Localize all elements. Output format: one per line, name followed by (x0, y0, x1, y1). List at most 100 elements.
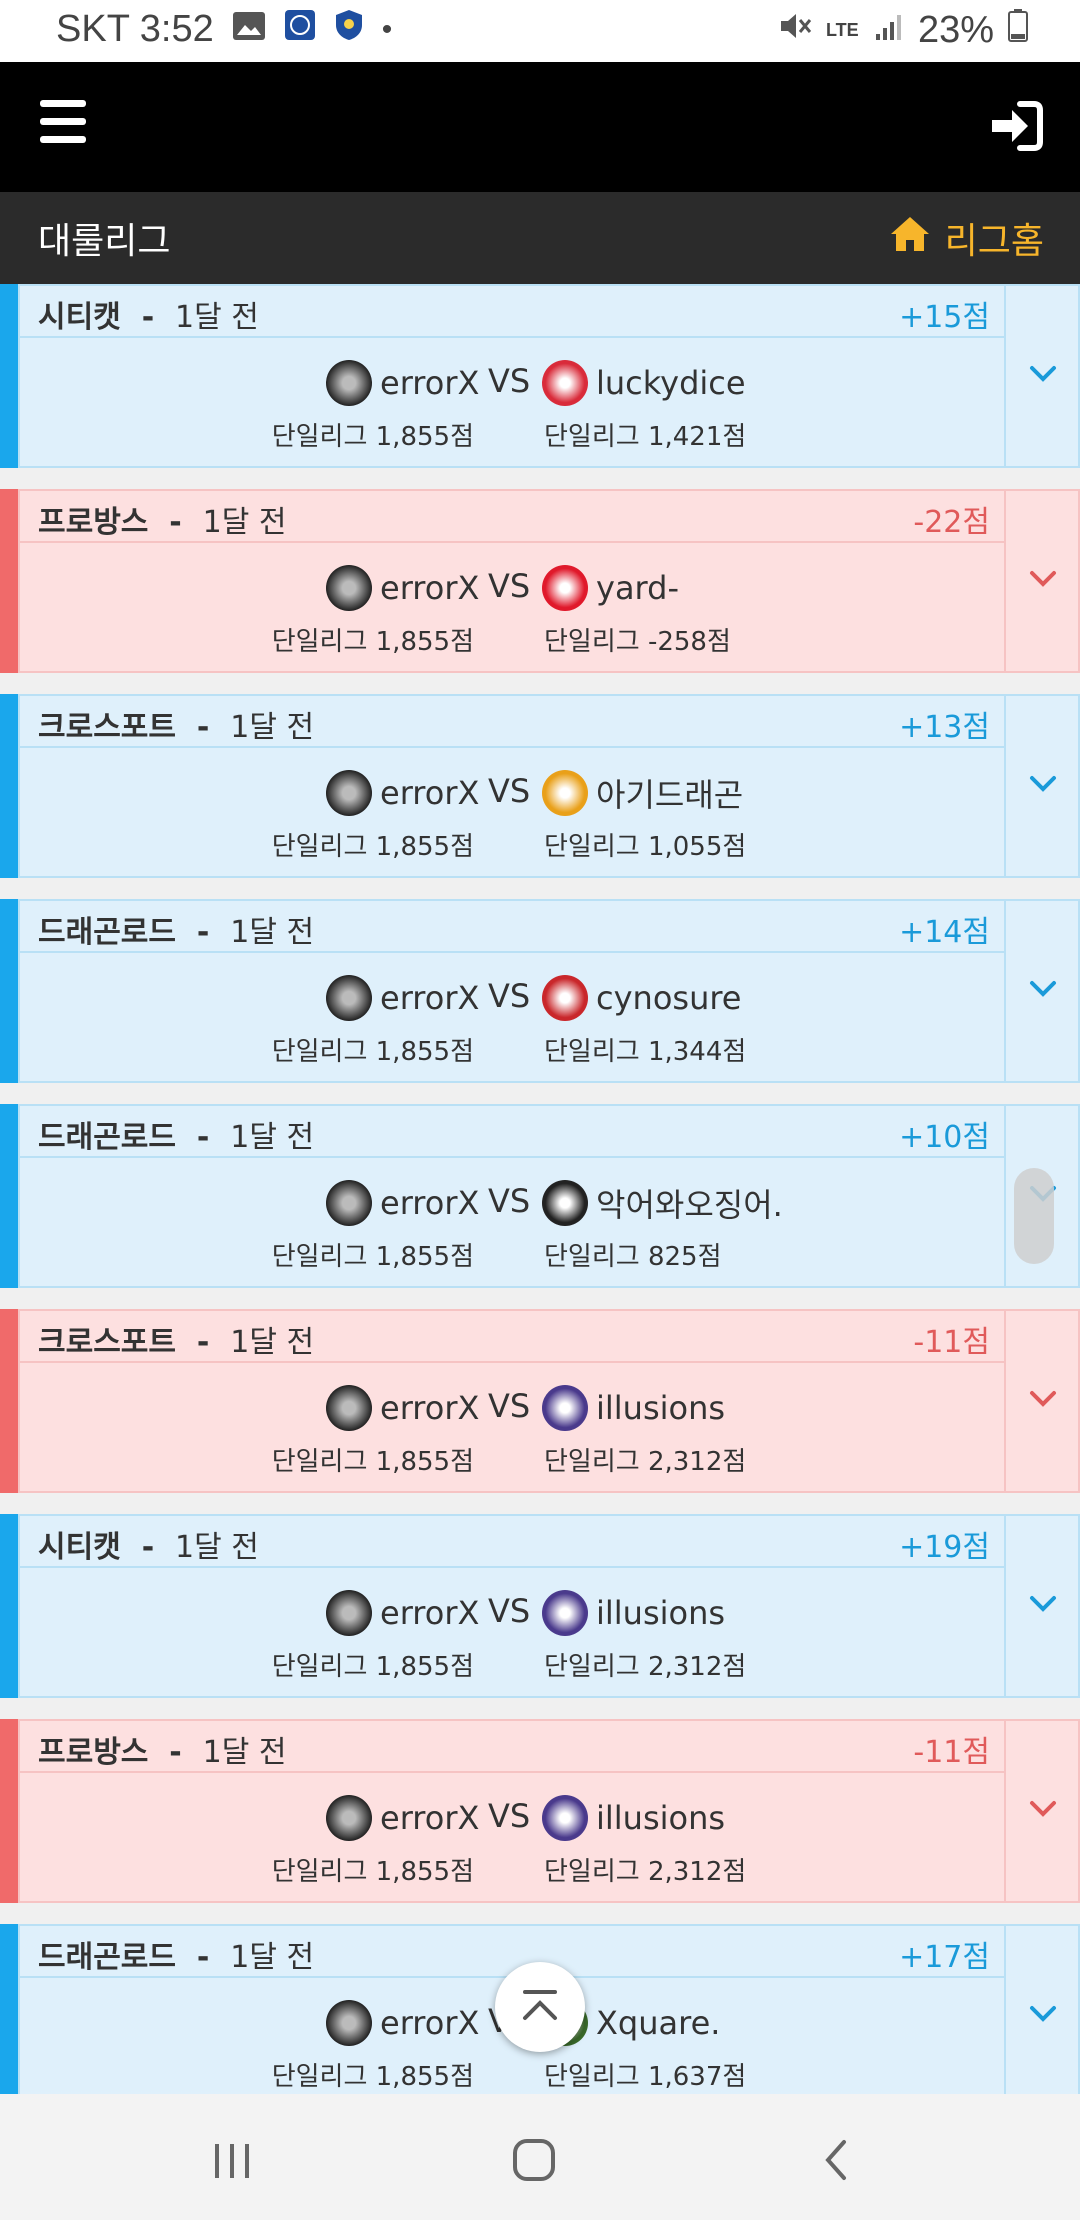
player-name: errorX (380, 2004, 480, 2042)
signal-icon (874, 9, 904, 52)
opponent-name: 아기드래곤 (596, 776, 744, 814)
match-card: 프로방스 - 1달 전 -11점 errorX VS illusions 단일리… (0, 1719, 1080, 1903)
match-body: 드래곤로드 - 1달 전 +14점 errorX VS cynosure 단일리… (18, 899, 1006, 1083)
opponent-rating: 단일리그 1,421점 (544, 422, 747, 452)
player-name: errorX (380, 1799, 480, 1837)
match-body: 크로스포트 - 1달 전 +13점 errorX VS 아기드래곤 단일리그 1… (18, 694, 1006, 878)
player-rating: 단일리그 1,855점 (271, 1242, 474, 1272)
expand-button[interactable] (1006, 489, 1080, 673)
opponent-name: Xquare. (596, 2004, 721, 2042)
expand-button[interactable] (1006, 1924, 1080, 2108)
scroll-thumb[interactable] (1014, 1168, 1054, 1264)
battery-percent: 23% (917, 8, 994, 51)
player-avatar (326, 360, 372, 406)
opponent-avatar (542, 360, 588, 406)
player-avatar (326, 1795, 372, 1841)
vs-label: VS (488, 977, 531, 1015)
player-rating: 단일리그 1,855점 (271, 2062, 474, 2092)
expand-button[interactable] (1006, 1514, 1080, 1698)
match-card: 크로스포트 - 1달 전 -11점 errorX VS illusions 단일… (0, 1309, 1080, 1493)
login-icon[interactable] (988, 98, 1044, 154)
result-stripe (0, 1309, 18, 1493)
match-header: 시티캣 - 1달 전 +15점 (20, 286, 1004, 338)
opponent-rating: 단일리그 1,344점 (544, 1037, 747, 1067)
opponent-name: yard- (596, 569, 679, 607)
chevron-down-icon (1030, 2006, 1056, 2022)
player-avatar (326, 1590, 372, 1636)
chevron-down-icon (1030, 776, 1056, 792)
player-avatar (326, 565, 372, 611)
opponent-avatar (542, 1795, 588, 1841)
opponent-avatar (542, 1590, 588, 1636)
expand-button[interactable] (1006, 694, 1080, 878)
app-badge-icon (284, 8, 316, 51)
player-avatar (326, 770, 372, 816)
mute-icon (778, 9, 812, 52)
match-header: 프로방스 - 1달 전 -11점 (20, 1721, 1004, 1773)
expand-button[interactable] (1006, 284, 1080, 468)
vs-label: VS (488, 1797, 531, 1835)
vs-label: VS (488, 1387, 531, 1425)
opponent-avatar (542, 1385, 588, 1431)
battery-icon (1008, 8, 1028, 52)
league-name: 프로방스 (38, 1735, 149, 1770)
league-home-label: 리그홈 (944, 221, 1044, 262)
vs-label: VS (488, 567, 531, 605)
score-delta: -22점 (913, 505, 990, 540)
player-avatar (326, 1180, 372, 1226)
chevron-down-icon (1030, 366, 1056, 382)
network-type: LTE (825, 20, 859, 40)
opponent-name: illusions (596, 1799, 726, 1837)
player-name: errorX (380, 1594, 480, 1632)
player-avatar (326, 975, 372, 1021)
player-rating: 단일리그 1,855점 (271, 627, 474, 657)
time-ago: 1달 전 (175, 300, 259, 335)
menu-icon[interactable] (40, 100, 86, 146)
league-home-link[interactable]: 리그홈 (889, 212, 1044, 264)
arrow-up-icon (523, 1990, 557, 2020)
opponent-name: luckydice (596, 364, 746, 402)
opponent-rating: 단일리그 1,055점 (544, 832, 747, 862)
page-title: 대룰리그 (38, 221, 171, 262)
home-button-icon[interactable] (504, 2130, 564, 2190)
match-body: 드래곤로드 - 1달 전 +10점 errorX VS 악어와오징어. 단일리그… (18, 1104, 1006, 1288)
result-stripe (0, 1514, 18, 1698)
time-ago: 1달 전 (202, 505, 287, 540)
expand-button[interactable] (1006, 1719, 1080, 1903)
player-rating: 단일리그 1,855점 (271, 1447, 474, 1477)
chevron-down-icon (1030, 571, 1056, 587)
score-delta: +17점 (899, 1940, 990, 1975)
match-header: 드래곤로드 - 1달 전 +14점 (20, 901, 1004, 953)
vs-label: VS (488, 1182, 531, 1220)
match-body: 시티캣 - 1달 전 +19점 errorX VS illusions 단일리그… (18, 1514, 1006, 1698)
match-body: 시티캣 - 1달 전 +15점 errorX VS luckydice 단일리그… (18, 284, 1006, 468)
match-body: 프로방스 - 1달 전 -22점 errorX VS yard- 단일리그 1,… (18, 489, 1006, 673)
chevron-down-icon (1030, 1596, 1056, 1612)
back-icon[interactable] (806, 2130, 866, 2190)
expand-button[interactable] (1006, 899, 1080, 1083)
opponent-name: cynosure (596, 979, 742, 1017)
score-delta: -11점 (913, 1325, 990, 1360)
recents-icon[interactable] (202, 2130, 262, 2190)
score-delta: +13점 (899, 710, 990, 745)
player-rating: 단일리그 1,855점 (271, 1037, 474, 1067)
player-name: errorX (380, 979, 480, 1017)
opponent-rating: 단일리그 2,312점 (544, 1652, 747, 1682)
result-stripe (0, 899, 18, 1083)
opponent-rating: 단일리그 2,312점 (544, 1447, 747, 1477)
chevron-down-icon (1030, 981, 1056, 997)
time-ago: 1달 전 (230, 915, 315, 950)
expand-button[interactable] (1006, 1309, 1080, 1493)
opponent-rating: 단일리그 -258점 (544, 627, 731, 657)
gallery-icon (232, 8, 266, 51)
match-card: 시티캣 - 1달 전 +19점 errorX VS illusions 단일리그… (0, 1514, 1080, 1698)
league-name: 드래곤로드 (38, 1120, 176, 1155)
player-rating: 단일리그 1,855점 (271, 1652, 474, 1682)
chevron-down-icon (1030, 1801, 1056, 1817)
opponent-name: 악어와오징어. (596, 1186, 783, 1224)
score-delta: -11점 (913, 1735, 990, 1770)
scroll-to-top-button[interactable] (495, 1962, 585, 2052)
system-nav-bar (0, 2094, 1080, 2220)
player-rating: 단일리그 1,855점 (271, 422, 474, 452)
league-name: 크로스포트 (38, 1325, 176, 1360)
